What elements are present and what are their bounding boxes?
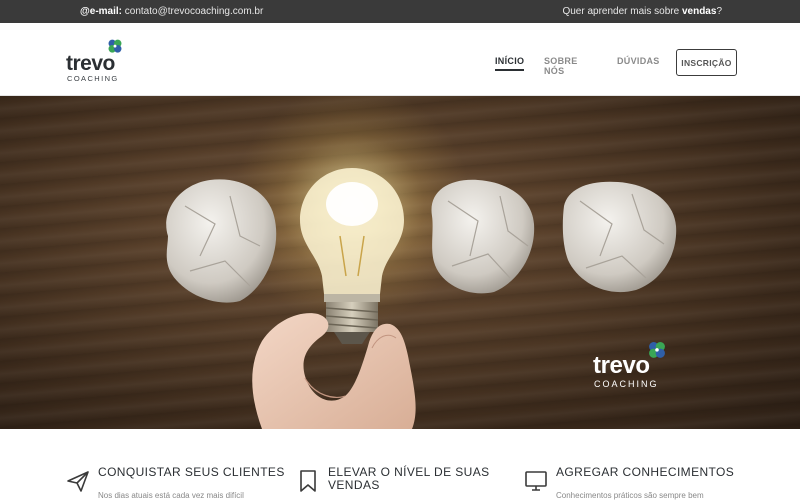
hero-logo-word: trevo [593,352,650,379]
crumpled-paper-2 [431,179,535,294]
nav-item-sobre-nos[interactable]: SOBRE NÓS [544,56,578,76]
logo-tagline: COACHING [67,74,119,83]
contact-email[interactable]: @e-mail: contato@trevocoaching.com.br [80,6,263,17]
feature-title: ELEVAR O NÍVEL DE SUAS [328,465,490,479]
crumpled-paper-1 [166,179,277,303]
feature-title-line2: VENDAS [328,478,380,492]
hero-illustration [166,96,677,429]
feature-text: Nos dias atuais está cada vez mais difíc… [98,491,244,500]
nav-item-inicio[interactable]: INÍCIO [495,56,525,71]
feature-title: AGREGAR CONHECIMENTOS [556,465,735,479]
hero-banner: trevo COACHING [0,96,800,429]
hero-logo: trevo COACHING [593,340,673,396]
signup-button[interactable]: INSCRIÇÃO [676,49,737,76]
sales-promo-link[interactable]: Quer aprender mais sobre vendas? [562,6,722,17]
email-label: @e-mail: [80,6,122,17]
paper-plane-icon [67,471,89,492]
promo-text: Quer aprender mais sobre [562,6,680,17]
monitor-icon [525,471,547,491]
feature-title: CONQUISTAR SEUS CLIENTES [98,465,285,479]
site-logo[interactable]: trevo COACHING [66,37,136,83]
site-header: trevo COACHING INÍCIO SOBRE NÓS DÚVIDAS … [0,23,800,96]
email-value[interactable]: contato@trevocoaching.com.br [125,6,264,17]
bookmark-icon [300,470,316,492]
hero-logo-tagline: COACHING [594,379,659,389]
promo-end: ? [716,6,722,17]
logo-word: trevo [66,52,115,75]
crumpled-paper-3 [562,181,677,293]
top-info-bar: @e-mail: contato@trevocoaching.com.br Qu… [0,0,800,23]
feature-text: Conhecimentos práticos são sempre bem [556,491,704,500]
nav-item-duvidas[interactable]: DÚVIDAS [617,56,660,66]
promo-bold: vendas [681,6,717,17]
